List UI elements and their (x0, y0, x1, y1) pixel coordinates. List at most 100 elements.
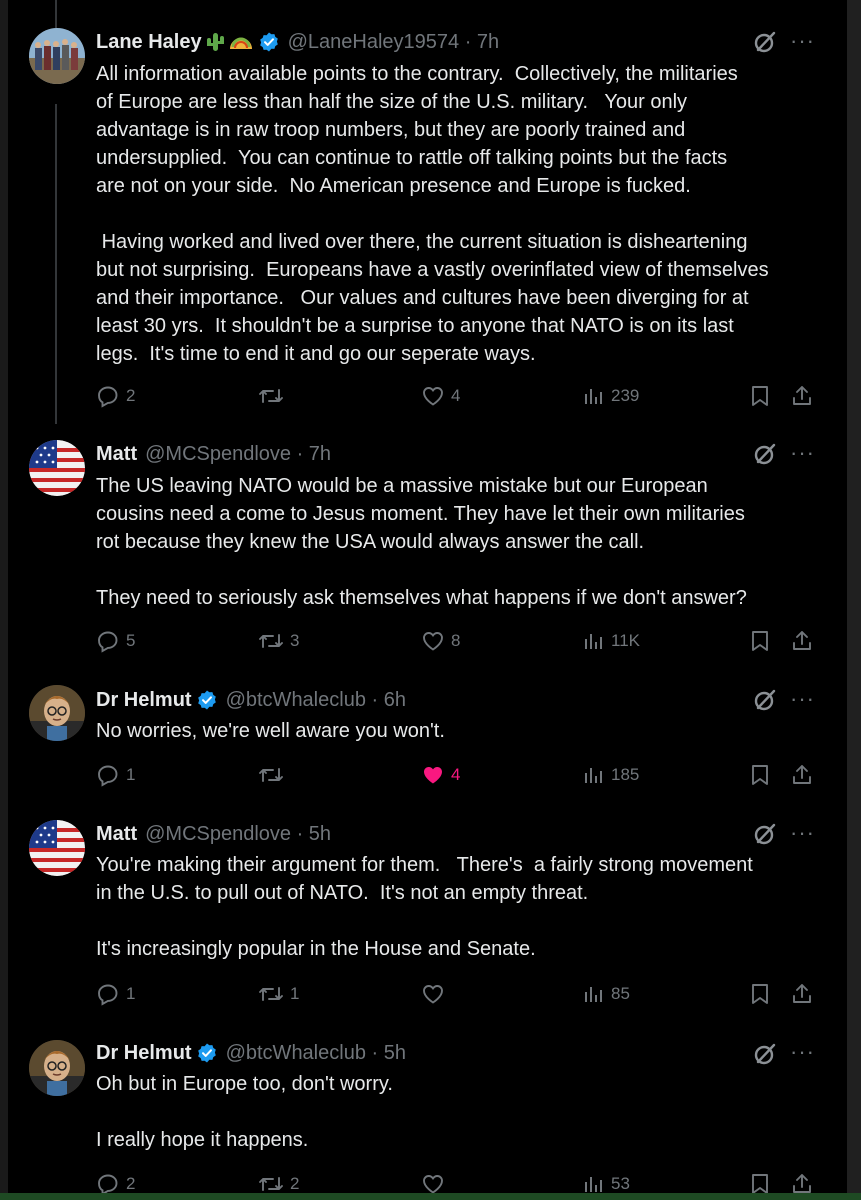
like-count: 8 (451, 631, 461, 650)
retweet-button[interactable]: 3 (258, 626, 299, 656)
tweet-actions: 5 3 8 11K (96, 626, 826, 656)
retweet-count: 3 (290, 631, 300, 650)
like-icon (423, 632, 443, 651)
retweet-icon (259, 389, 283, 403)
reply-button[interactable]: 1 (96, 760, 135, 790)
retweet-button[interactable] (258, 381, 290, 411)
display-name[interactable]: Matt (96, 823, 137, 846)
bookmark-icon (752, 386, 768, 406)
more-icon[interactable]: ··· (790, 1041, 814, 1067)
handle-and-time[interactable]: @LaneHaley19574 · 7h (288, 31, 500, 54)
reply-count: 1 (126, 765, 136, 784)
retweet-icon (259, 768, 283, 782)
tweet-text: The US leaving NATO would be a massive m… (96, 475, 747, 609)
reply-icon (98, 984, 118, 1006)
reply-icon (98, 386, 118, 408)
bookmark-button[interactable] (749, 381, 771, 411)
bookmark-button[interactable] (749, 760, 771, 790)
tweet-text: You're making their argument for them. T… (96, 854, 753, 960)
verified-badge-icon (196, 1042, 218, 1064)
views-icon (585, 634, 602, 649)
avatar[interactable] (29, 820, 85, 876)
reply-button[interactable]: 1 (96, 979, 135, 1009)
grok-icon[interactable] (752, 687, 778, 713)
retweet-icon (259, 987, 283, 1001)
more-icon[interactable]: ··· (790, 30, 814, 56)
views-icon (585, 768, 602, 783)
tweet-text: Oh but in Europe too, don't worry. I rea… (96, 1073, 393, 1151)
share-button[interactable] (790, 381, 814, 411)
cactus-emoji (204, 31, 226, 53)
reply-button[interactable]: 5 (96, 626, 135, 656)
share-button[interactable] (790, 979, 814, 1009)
reply-button[interactable]: 2 (96, 381, 135, 411)
retweet-count: 1 (290, 984, 300, 1003)
tweet-header: Lane Haley @LaneHaley19574 · 7h (96, 27, 807, 57)
avatar[interactable] (29, 440, 85, 496)
grok-icon[interactable] (752, 441, 778, 467)
views-button[interactable]: 185 (583, 760, 639, 790)
like-button[interactable]: 4 (421, 381, 460, 411)
tweet-text: No worries, we're well aware you won't. (96, 720, 445, 742)
views-button[interactable]: 239 (583, 381, 639, 411)
handle-and-time[interactable]: @btcWhaleclub · 6h (226, 689, 406, 712)
grok-icon[interactable] (752, 821, 778, 847)
tweet-actions: 2 4 239 (96, 381, 826, 411)
like-button[interactable] (421, 979, 451, 1009)
tweet-item[interactable]: Matt @MCSpendlove · 7h ··· The US leavin… (0, 420, 847, 665)
avatar[interactable] (29, 28, 85, 84)
handle-and-time[interactable]: @MCSpendlove · 7h (145, 443, 331, 466)
tweet-item[interactable]: Dr Helmut @btcWhaleclub · 6h ··· No worr… (0, 665, 847, 800)
more-icon[interactable]: ··· (790, 442, 814, 468)
tweet-header: Matt @MCSpendlove · 5h (96, 819, 807, 849)
reply-count: 1 (126, 984, 136, 1003)
share-button[interactable] (790, 760, 814, 790)
reply-count: 2 (126, 386, 136, 405)
grok-icon[interactable] (752, 1041, 778, 1067)
tweet-item[interactable]: Dr Helmut @btcWhaleclub · 5h ··· Oh but … (0, 1020, 847, 1200)
like-count: 4 (451, 765, 461, 784)
display-name[interactable]: Dr Helmut (96, 689, 192, 712)
views-count: 239 (611, 386, 640, 405)
like-count: 4 (451, 386, 461, 405)
display-name[interactable]: Lane Haley (96, 31, 202, 54)
retweet-count: 2 (290, 1174, 300, 1193)
share-icon (793, 386, 811, 405)
views-button[interactable]: 85 (583, 979, 630, 1009)
tweet-item[interactable]: Matt @MCSpendlove · 5h ··· You're making… (0, 800, 847, 1020)
handle-and-time[interactable]: @btcWhaleclub · 5h (226, 1042, 406, 1065)
retweet-button[interactable] (258, 760, 290, 790)
like-button[interactable]: 4 (421, 760, 460, 790)
more-icon[interactable]: ··· (790, 688, 814, 714)
reply-count: 5 (126, 631, 136, 650)
like-icon (423, 387, 443, 406)
reply-icon (98, 765, 118, 787)
views-icon (585, 1177, 602, 1192)
tweet-actions: 1 1 85 (96, 979, 826, 1009)
verified-badge-icon (196, 689, 218, 711)
avatar[interactable] (29, 1040, 85, 1096)
tweet-header: Dr Helmut @btcWhaleclub · 6h (96, 685, 807, 715)
handle-and-time[interactable]: @MCSpendlove · 5h (145, 823, 331, 846)
views-button[interactable]: 11K (583, 626, 640, 656)
like-icon (423, 985, 443, 1004)
views-count: 185 (611, 765, 640, 784)
views-count: 85 (611, 984, 630, 1003)
grok-icon[interactable] (752, 29, 778, 55)
bookmark-icon (752, 765, 768, 785)
avatar[interactable] (29, 685, 85, 741)
like-icon (424, 767, 442, 784)
more-icon[interactable]: ··· (790, 822, 814, 848)
share-icon (793, 765, 811, 784)
display-name[interactable]: Matt (96, 443, 137, 466)
retweet-button[interactable]: 1 (258, 979, 299, 1009)
bookmark-button[interactable] (749, 979, 771, 1009)
like-button[interactable]: 8 (421, 626, 460, 656)
bookmark-icon (752, 984, 768, 1004)
share-icon (793, 984, 811, 1003)
tweet-item[interactable]: Lane Haley @LaneHaley19574 · 7h ··· All … (0, 0, 847, 420)
retweet-icon (259, 634, 283, 648)
display-name[interactable]: Dr Helmut (96, 1042, 192, 1065)
share-button[interactable] (790, 626, 814, 656)
bookmark-button[interactable] (749, 626, 771, 656)
